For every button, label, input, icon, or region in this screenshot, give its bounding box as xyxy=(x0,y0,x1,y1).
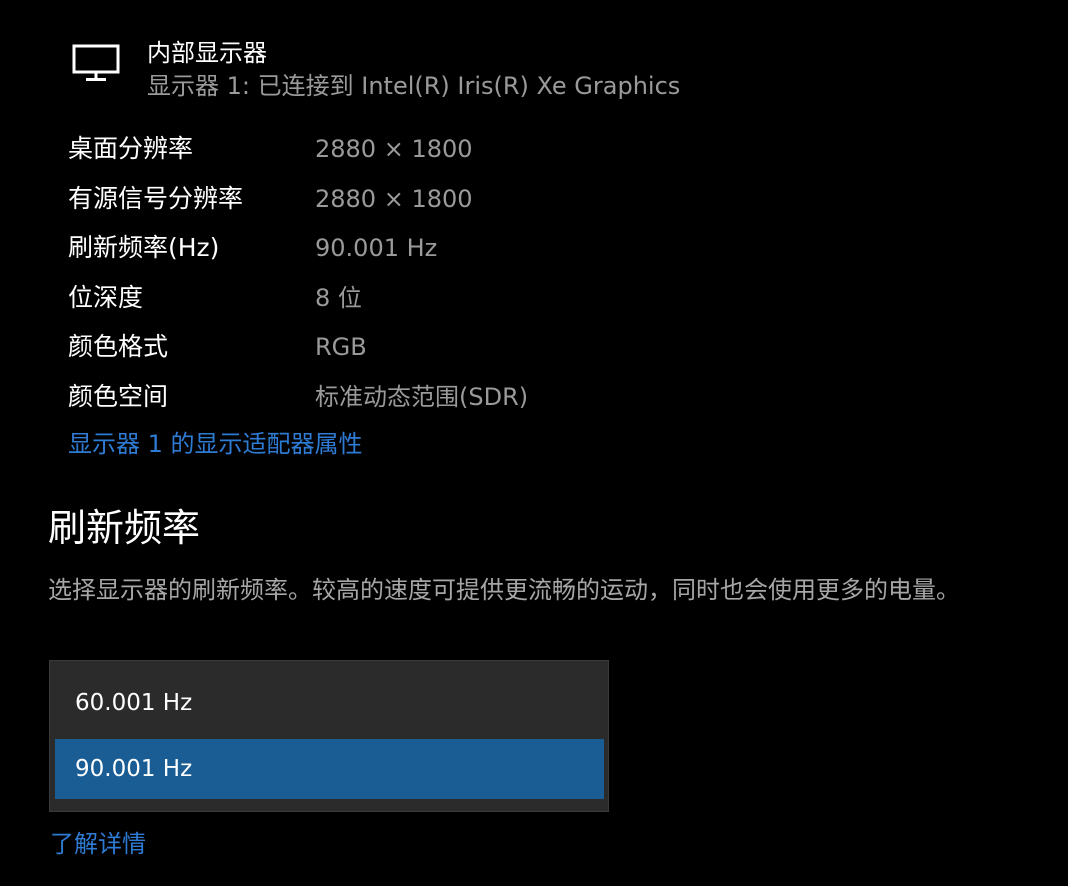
refresh-option-90hz[interactable]: 90.001 Hz xyxy=(55,739,604,799)
info-value: 标准动态范围(SDR) xyxy=(315,382,529,411)
adapter-properties-link[interactable]: 显示器 1 的显示适配器属性 xyxy=(68,428,363,460)
info-row-desktop-resolution: 桌面分辨率 2880 × 1800 xyxy=(68,128,768,178)
info-label: 颜色格式 xyxy=(68,332,169,361)
info-value: 2880 × 1800 xyxy=(315,135,473,163)
info-value: 8 位 xyxy=(315,283,362,312)
info-row-active-signal-resolution: 有源信号分辨率 2880 × 1800 xyxy=(68,178,768,228)
info-row-refresh-rate: 刷新频率(Hz) 90.001 Hz xyxy=(68,227,768,277)
display-title: 内部显示器 xyxy=(147,39,267,67)
info-value: RGB xyxy=(315,333,367,361)
monitor-icon xyxy=(72,44,120,82)
info-row-color-space: 颜色空间 标准动态范围(SDR) xyxy=(68,376,768,426)
info-label: 颜色空间 xyxy=(68,381,169,411)
refresh-option-60hz[interactable]: 60.001 Hz xyxy=(55,673,604,733)
display-subtitle: 显示器 1: 已连接到 Intel(R) Iris(R) Xe Graphics xyxy=(147,72,681,100)
info-row-bit-depth: 位深度 8 位 xyxy=(68,277,768,327)
info-row-color-format: 颜色格式 RGB xyxy=(68,326,768,376)
refresh-rate-dropdown-list[interactable]: 60.001 Hz 90.001 Hz xyxy=(50,661,608,811)
info-label: 桌面分辨率 xyxy=(68,134,194,163)
refresh-rate-section-title: 刷新频率 xyxy=(48,506,201,550)
info-label: 有源信号分辨率 xyxy=(68,183,244,213)
refresh-rate-description: 选择显示器的刷新频率。较高的速度可提供更流畅的运动，同时也会使用更多的电量。 xyxy=(48,576,960,604)
learn-more-link[interactable]: 了解详情 xyxy=(50,828,146,860)
display-header: 内部显示器 显示器 1: 已连接到 Intel(R) Iris(R) Xe Gr… xyxy=(72,36,772,106)
display-info-table: 桌面分辨率 2880 × 1800 有源信号分辨率 2880 × 1800 刷新… xyxy=(68,128,768,425)
info-label: 位深度 xyxy=(68,282,144,312)
info-label: 刷新频率(Hz) xyxy=(68,233,220,262)
info-value: 90.001 Hz xyxy=(315,234,438,262)
info-value: 2880 × 1800 xyxy=(315,184,473,213)
